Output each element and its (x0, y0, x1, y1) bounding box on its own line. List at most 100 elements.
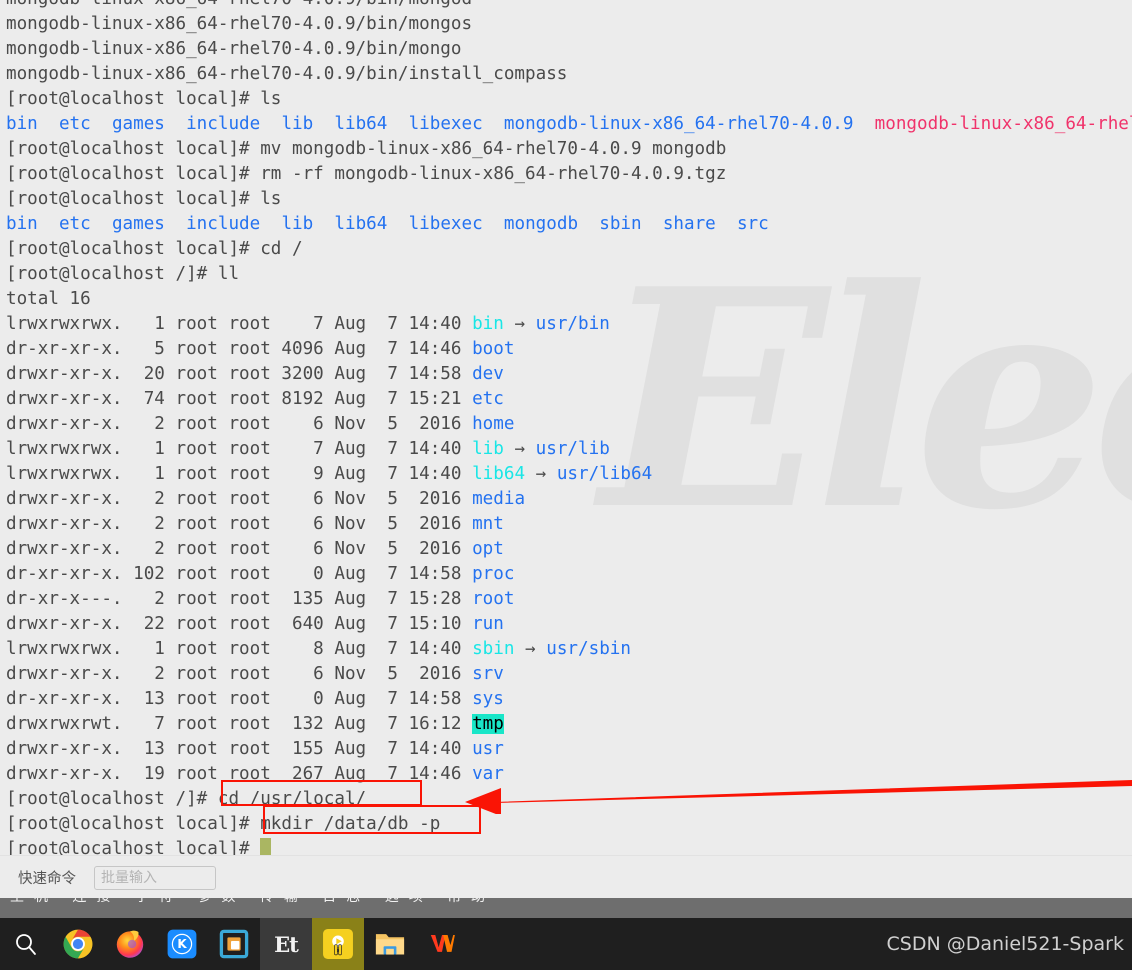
ls-entry: mongodb-linux-x86_64-rhel70-4.0.9.tgz (874, 114, 1132, 134)
ls-entry (387, 214, 408, 234)
ls-entry: games (111, 214, 165, 234)
terminal-cursor (260, 838, 272, 855)
vmware-icon (219, 929, 249, 959)
ls-entry (313, 114, 334, 134)
terminal-line: [root@localhost local]# (0, 837, 1132, 855)
ll-filename: home (472, 414, 515, 434)
ll-meta: lrwxrwxrwx. 1 root root 7 Aug 7 14:40 (6, 439, 473, 459)
taskbar-item-k-app[interactable]: K (156, 918, 208, 970)
terminal-line: drwxr-xr-x. 2 root root 6 Nov 5 2016 hom… (0, 412, 1132, 437)
terminal-line: [root@localhost /]# ll (0, 262, 1132, 287)
terminal-line: [root@localhost local]# rm -rf mongodb-l… (0, 162, 1132, 187)
terminal-line: lrwxrwxrwx. 1 root root 8 Aug 7 14:40 sb… (0, 637, 1132, 662)
ll-meta: drwxr-xr-x. 22 root root 640 Aug 7 15:10 (6, 614, 473, 634)
terminal-line: mongodb-linux-x86_64-rhel70-4.0.9/bin/mo… (0, 12, 1132, 37)
shell-prompt: [root@localhost local]# (6, 164, 261, 184)
ls-entry (483, 114, 504, 134)
ls-entry: libexec (408, 114, 483, 134)
shell-prompt: [root@localhost local]# (6, 239, 261, 259)
ls-entry (387, 114, 408, 134)
firefox-icon (116, 930, 144, 958)
terminal-line: lrwxrwxrwx. 1 root root 7 Aug 7 14:40 li… (0, 437, 1132, 462)
ll-meta: lrwxrwxrwx. 1 root root 9 Aug 7 14:40 (6, 464, 473, 484)
terminal-plain-text: mongodb-linux-x86_64-rhel70-4.0.9/bin/mo… (6, 39, 462, 59)
ll-filename: opt (472, 539, 504, 559)
symlink-arrow-icon: → (525, 464, 557, 484)
taskbar-item-firefox[interactable] (104, 918, 156, 970)
taskbar-item-file-explorer[interactable] (364, 918, 416, 970)
taskbar-item-et[interactable]: Εt (260, 918, 312, 970)
terminal-line: drwxr-xr-x. 22 root root 640 Aug 7 15:10… (0, 612, 1132, 637)
shell-prompt: [root@localhost /]# (6, 789, 218, 809)
shell-command: mv mongodb-linux-x86_64-rhel70-4.0.9 mon… (260, 139, 727, 159)
wps-icon (430, 935, 455, 952)
taskbar-item-search[interactable] (0, 918, 52, 970)
ls-entry: lib (281, 114, 314, 134)
terminal-line: dr-xr-xr-x. 5 root root 4096 Aug 7 14:46… (0, 337, 1132, 362)
shell-command: rm -rf mongodb-linux-x86_64-rhel70-4.0.9… (260, 164, 727, 184)
taskbar-item-vmware[interactable] (208, 918, 260, 970)
terminal-line: [root@localhost local]# ls (0, 87, 1132, 112)
taskbar-item-chrome[interactable] (52, 918, 104, 970)
watermark-credit: CSDN @Daniel521-Spark (886, 933, 1124, 955)
ll-meta: drwxrwxrwt. 7 root root 132 Aug 7 16:12 (6, 714, 473, 734)
chrome-icon (63, 929, 93, 959)
terminal-line: drwxr-xr-x. 20 root root 3200 Aug 7 14:5… (0, 362, 1132, 387)
ll-filename: proc (472, 564, 515, 584)
ll-filename: var (472, 764, 504, 784)
shell-prompt: [root@localhost local]# (6, 139, 261, 159)
ls-entry: games (111, 114, 165, 134)
ls-entry (38, 114, 59, 134)
clipped-menu-text: 主机 连接 字符 参数 传输 日志 选项 帮助 (10, 898, 495, 906)
ll-filename: tmp (472, 714, 504, 734)
terminal-line: drwxr-xr-x. 2 root root 6 Nov 5 2016 opt (0, 537, 1132, 562)
ll-filename: etc (472, 389, 504, 409)
terminal-line: drwxr-xr-x. 2 root root 6 Nov 5 2016 med… (0, 487, 1132, 512)
shell-command: ll (217, 264, 240, 284)
ls-entry (165, 114, 186, 134)
ll-symlink-target: usr/lib64 (556, 464, 653, 484)
ls-entry (260, 114, 281, 134)
terminal-line: drwxr-xr-x. 2 root root 6 Nov 5 2016 srv (0, 662, 1132, 687)
ls-entry (578, 214, 599, 234)
ls-entry (483, 214, 504, 234)
terminal-window[interactable]: Electe mongodb-linux-x86_64-rhel70-4.0.9… (0, 0, 1132, 855)
ll-filename: lib (472, 439, 504, 459)
ls-entry (165, 214, 186, 234)
quick-command-bar: 快速命令 (0, 855, 1132, 899)
ll-filename: root (472, 589, 515, 609)
terminal-line: [root@localhost local]# cd / (0, 237, 1132, 262)
symlink-arrow-icon: → (503, 439, 536, 459)
ls-entry: etc (58, 214, 91, 234)
ls-entry: include (186, 214, 261, 234)
ls-entry (716, 214, 737, 234)
ll-filename: srv (472, 664, 504, 684)
taskbar-item-wps[interactable] (416, 918, 468, 970)
ll-meta: drwxr-xr-x. 19 root root 267 Aug 7 14:46 (6, 764, 473, 784)
terminal-line: lrwxrwxrwx. 1 root root 7 Aug 7 14:40 bi… (0, 312, 1132, 337)
ls-entry: bin (6, 114, 38, 134)
ls-entry (91, 114, 112, 134)
ls-entry: mongodb-linux-x86_64-rhel70-4.0.9 (503, 114, 854, 134)
ll-meta: drwxr-xr-x. 2 root root 6 Nov 5 2016 (6, 514, 473, 534)
taskbar-item-potplayer[interactable]: Pl (312, 918, 364, 970)
terminal-line: mongodb-linux-x86_64-rhel70-4.0.9/bin/in… (0, 62, 1132, 87)
search-icon (16, 934, 36, 955)
ll-meta: drwxr-xr-x. 74 root root 8192 Aug 7 15:2… (6, 389, 473, 409)
shell-prompt: [root@localhost local]# (6, 89, 261, 109)
potplayer-icon: Pl (323, 929, 353, 959)
ls-entry: share (662, 214, 716, 234)
ll-symlink-target: usr/bin (535, 314, 610, 334)
shell-prompt: [root@localhost local]# (6, 814, 261, 834)
batch-input-field[interactable] (94, 865, 216, 890)
windows-taskbar: K Εt Pl CSDN @Daniel521-Spark (0, 918, 1132, 970)
terminal-line: drwxr-xr-x. 2 root root 6 Nov 5 2016 mnt (0, 512, 1132, 537)
ls-entry (853, 114, 874, 134)
terminal-plain-text: mongodb-linux-x86_64-rhel70-4.0.9/bin/in… (6, 64, 568, 84)
ls-entry: include (186, 114, 261, 134)
terminal-line: drwxrwxrwt. 7 root root 132 Aug 7 16:12 … (0, 712, 1132, 737)
ls-entry (313, 214, 334, 234)
terminal-line: dr-xr-x---. 2 root root 135 Aug 7 15:28 … (0, 587, 1132, 612)
ll-filename: sbin (472, 639, 515, 659)
ls-entry (91, 214, 112, 234)
